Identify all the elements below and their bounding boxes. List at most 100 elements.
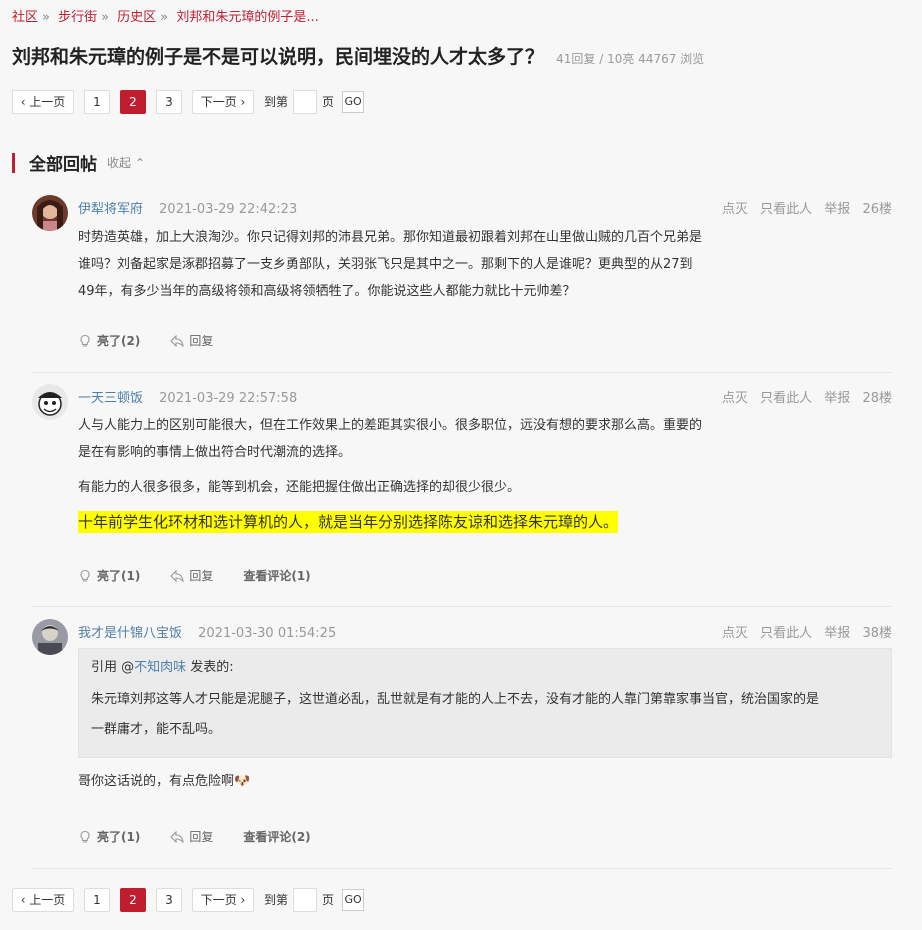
only-this-user-button[interactable]: 只看此人 <box>760 202 812 217</box>
page-2-button[interactable]: 2 <box>120 89 146 114</box>
page-3-button[interactable]: 3 <box>156 89 182 114</box>
breadcrumb-current[interactable]: 刘邦和朱元璋的例子是... <box>176 10 318 25</box>
pager-bottom: ‹ 上一页 1 2 3 下一页 › 到第 页 GO <box>12 887 365 912</box>
quote-line: 朱元璋刘邦这等人才只能是泥腿子，这世道必乱，乱世就是有才能的人上不去，没有才能的… <box>91 692 820 707</box>
prev-page-button[interactable]: ‹ 上一页 <box>12 887 74 912</box>
post-divider <box>32 868 892 869</box>
post-tools: 点灭 只看此人 举报 38楼 <box>714 622 892 641</box>
breadcrumb-history[interactable]: 历史区 <box>117 10 156 25</box>
quote-username-link[interactable]: 不知肉味 <box>134 660 186 675</box>
page-suffix: 页 <box>322 893 335 907</box>
dim-button[interactable]: 点灭 <box>722 626 748 641</box>
goto-label: 到第 <box>264 893 289 907</box>
only-this-user-button[interactable]: 只看此人 <box>760 391 812 406</box>
page-3-button[interactable]: 3 <box>156 887 182 912</box>
go-button[interactable]: GO <box>342 888 365 911</box>
post-time: 2021-03-30 01:54:25 <box>198 626 337 641</box>
floor-number: 28楼 <box>862 391 892 406</box>
quote-header: 引用 @不知肉味 发表的: <box>91 657 879 679</box>
reply-label: 回复 <box>189 830 214 844</box>
reply-button[interactable]: 回复 <box>170 332 213 349</box>
username-link[interactable]: 伊犁将军府 <box>78 202 143 217</box>
page-suffix: 页 <box>322 95 335 109</box>
thread-stats: 41回复 / 10亮 44767 浏览 <box>556 52 705 66</box>
post-line: 有能力的人很多很多，能等到机会，还能把握住做出正确选择的却很少很少。 <box>78 480 521 495</box>
view-comments-button[interactable]: 查看评论(1) <box>243 567 310 584</box>
like-label: 亮了(2) <box>97 334 141 348</box>
report-button[interactable]: 举报 <box>824 626 850 641</box>
post-line: 是在有影响的事情上做出符合时代潮流的选择。 <box>78 445 352 460</box>
post-actions: 亮了(1) 回复 查看评论(1) <box>78 567 341 584</box>
only-this-user-button[interactable]: 只看此人 <box>760 626 812 641</box>
reply-icon <box>170 569 185 582</box>
like-button[interactable]: 亮了(2) <box>78 332 140 349</box>
breadcrumb: 社区» 步行街» 历史区» 刘邦和朱元璋的例子是... <box>12 10 319 25</box>
page-1-button[interactable]: 1 <box>84 887 110 912</box>
collapse-toggle[interactable]: 收起 ⌃ <box>107 154 145 171</box>
username-link[interactable]: 一天三顿饭 <box>78 391 143 406</box>
lightbulb-icon <box>80 830 90 843</box>
like-label: 亮了(1) <box>97 569 141 583</box>
page-1-button[interactable]: 1 <box>84 89 110 114</box>
reply-icon <box>170 334 185 347</box>
section-title: 全部回帖 <box>29 155 97 175</box>
page-2-button[interactable]: 2 <box>120 887 146 912</box>
lightbulb-icon <box>80 569 90 582</box>
page-number-input[interactable] <box>293 887 318 912</box>
quote-text: 朱元璋刘邦这等人才只能是泥腿子，这世道必乱，乱世就是有才能的人上不去，没有才能的… <box>91 685 879 745</box>
section-header: 全部回帖 收起 ⌃ <box>12 150 145 175</box>
floor-number: 26楼 <box>862 202 892 217</box>
post-actions: 亮了(2) 回复 <box>78 332 243 349</box>
highlighted-text: 十年前学生化环材和选计算机的人，就是当年分别选择陈友谅和选择朱元璋的人。 <box>78 511 619 533</box>
lightbulb-icon <box>80 334 90 347</box>
dim-button[interactable]: 点灭 <box>722 202 748 217</box>
pager-top: ‹ 上一页 1 2 3 下一页 › 到第 页 GO <box>12 89 365 114</box>
quote-suffix: 发表的: <box>186 660 234 675</box>
go-button[interactable]: GO <box>342 90 365 113</box>
post-body: 哥你这话说的，有点危险啊🐶 <box>78 768 758 795</box>
reply-label: 回复 <box>189 334 214 348</box>
breadcrumb-walking-street[interactable]: 步行街 <box>58 10 97 25</box>
view-comments-button[interactable]: 查看评论(2) <box>243 828 310 845</box>
dim-button[interactable]: 点灭 <box>722 391 748 406</box>
quote-line: 一群庸才，能不乱吗。 <box>91 722 222 737</box>
like-button[interactable]: 亮了(1) <box>78 567 140 584</box>
quote-block: 引用 @不知肉味 发表的: 朱元璋刘邦这等人才只能是泥腿子，这世道必乱，乱世就是… <box>78 648 892 758</box>
post-meta: 伊犁将军府 2021-03-29 22:42:23 <box>78 198 297 217</box>
page-number-input[interactable] <box>293 89 318 114</box>
thread-title-row: 刘邦和朱元璋的例子是不是可以说明，民间埋没的人才太多了？ 41回复 / 10亮 … <box>12 42 704 69</box>
post-meta: 我才是什锦八宝饭 2021-03-30 01:54:25 <box>78 622 336 641</box>
post-tools: 点灭 只看此人 举报 26楼 <box>714 198 892 217</box>
view-comments-label: 查看评论(2) <box>243 830 311 844</box>
post-line: 哥你这话说的，有点危险啊🐶 <box>78 774 251 789</box>
post-time: 2021-03-29 22:57:58 <box>159 391 298 406</box>
reply-button[interactable]: 回复 <box>170 567 213 584</box>
floor-number: 38楼 <box>862 626 892 641</box>
avatar[interactable] <box>32 195 68 231</box>
like-button[interactable]: 亮了(1) <box>78 828 140 845</box>
post-divider <box>32 606 892 607</box>
post-tools: 点灭 只看此人 举报 28楼 <box>714 387 892 406</box>
post-divider <box>32 372 892 373</box>
report-button[interactable]: 举报 <box>824 391 850 406</box>
reply-button[interactable]: 回复 <box>170 828 213 845</box>
post-line: 49年，有多少当年的高级将领和高级将领牺牲了。你能说这些人都能力就比十元帅差？ <box>78 284 576 299</box>
report-button[interactable]: 举报 <box>824 202 850 217</box>
post-time: 2021-03-29 22:42:23 <box>159 202 298 217</box>
reply-label: 回复 <box>189 569 214 583</box>
goto-label: 到第 <box>264 95 289 109</box>
next-page-button[interactable]: 下一页 › <box>192 89 254 114</box>
thread-title: 刘邦和朱元璋的例子是不是可以说明，民间埋没的人才太多了？ <box>12 46 545 68</box>
post-meta: 一天三顿饭 2021-03-29 22:57:58 <box>78 387 297 406</box>
next-page-button[interactable]: 下一页 › <box>192 887 254 912</box>
breadcrumb-community[interactable]: 社区 <box>12 10 38 25</box>
post-line: 时势造英雄，加上大浪淘沙。你只记得刘邦的沛县兄弟。那你知道最初跟着刘邦在山里做山… <box>78 230 703 245</box>
avatar[interactable] <box>32 619 68 655</box>
prev-page-button[interactable]: ‹ 上一页 <box>12 89 74 114</box>
avatar[interactable] <box>32 384 68 420</box>
like-label: 亮了(1) <box>97 830 141 844</box>
post-line: 谁吗？刘备起家是涿郡招募了一支乡勇部队，关羽张飞只是其中之一。那剩下的人是谁呢？… <box>78 257 693 272</box>
section-accent-bar <box>12 152 15 173</box>
quote-prefix: 引用 @ <box>91 660 135 675</box>
username-link[interactable]: 我才是什锦八宝饭 <box>78 626 182 641</box>
